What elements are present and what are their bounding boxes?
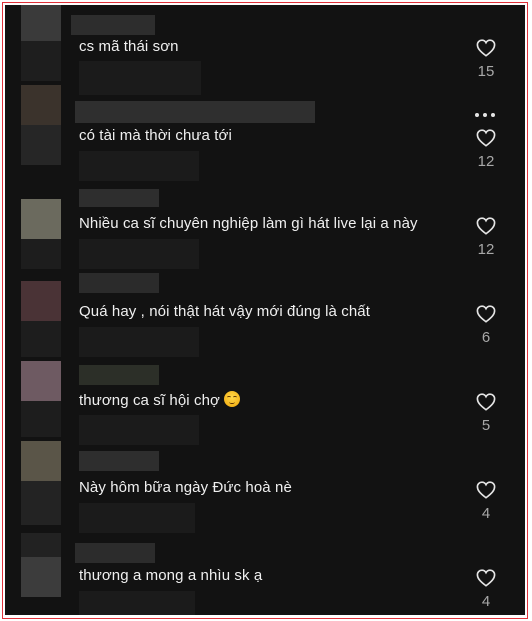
comment-text: cs mã thái sơn <box>79 38 179 55</box>
like-button[interactable]: 12 <box>471 217 501 258</box>
meta-blur <box>79 61 201 95</box>
like-count: 4 <box>481 505 491 522</box>
heart-outline-icon <box>476 39 496 57</box>
avatar[interactable] <box>21 199 61 239</box>
username-blur[interactable] <box>75 101 315 123</box>
like-button[interactable]: 6 <box>471 305 501 346</box>
like-button[interactable]: 5 <box>471 393 501 434</box>
avatar-blur <box>21 533 61 557</box>
comment-text: có tài mà thời chưa tới <box>79 127 232 144</box>
avatar-blur <box>21 239 61 269</box>
like-count: 12 <box>477 153 495 170</box>
comments-panel: cs mã thái sơn 15 có tài mà thời chưa tớ… <box>5 5 525 615</box>
username-blur[interactable] <box>79 273 159 293</box>
username-blur[interactable] <box>75 543 155 563</box>
avatar[interactable] <box>21 441 61 481</box>
username-blur[interactable] <box>79 189 159 207</box>
comment-text: thương a mong a nhìu sk ạ <box>79 567 263 584</box>
heart-outline-icon <box>476 217 496 235</box>
like-button[interactable]: 12 <box>471 129 501 170</box>
heart-outline-icon <box>476 481 496 499</box>
heart-outline-icon <box>476 129 496 147</box>
heart-outline-icon <box>476 569 496 587</box>
comment-item: Quá hay , nói thật hát vậy mới đúng là c… <box>5 269 525 357</box>
comment-text: Này hôm bữa ngày Đức hoà nè <box>79 479 292 496</box>
avatar[interactable] <box>21 557 61 597</box>
avatar[interactable] <box>21 5 61 41</box>
avatar-blur <box>21 125 61 165</box>
meta-blur <box>79 591 195 615</box>
comment-item: cs mã thái sơn 15 <box>5 5 525 95</box>
avatar-blur <box>21 321 61 357</box>
comment-text: Nhiều ca sĩ chuyên nghiệp làm gì hát liv… <box>79 215 418 232</box>
more-horizontal-icon[interactable] <box>475 113 497 119</box>
avatar-blur <box>21 481 61 525</box>
heart-outline-icon <box>476 305 496 323</box>
comment-text: thương ca sĩ hội chợ <box>79 391 240 409</box>
avatar[interactable] <box>21 361 61 401</box>
meta-blur <box>79 151 199 181</box>
username-blur[interactable] <box>79 451 159 471</box>
meta-blur <box>79 503 195 533</box>
avatar-blur <box>21 41 61 81</box>
like-button[interactable]: 4 <box>471 481 501 522</box>
avatar-blur <box>21 401 61 437</box>
comment-item: thương a mong a nhìu sk ạ 4 <box>5 533 525 615</box>
meta-blur <box>79 415 199 445</box>
comment-item: Nhiều ca sĩ chuyên nghiệp làm gì hát liv… <box>5 181 525 269</box>
like-count: 15 <box>477 63 495 80</box>
like-button[interactable]: 15 <box>471 39 501 80</box>
username-blur[interactable] <box>79 365 159 385</box>
comment-item: có tài mà thời chưa tới 12 <box>5 85 525 181</box>
like-count: 5 <box>481 417 491 434</box>
comment-text: Quá hay , nói thật hát vậy mới đúng là c… <box>79 303 370 320</box>
avatar[interactable] <box>21 85 61 125</box>
comment-text-content: thương ca sĩ hội chợ <box>79 392 220 409</box>
like-count: 6 <box>481 329 491 346</box>
meta-blur <box>79 327 199 357</box>
like-count: 4 <box>481 593 491 610</box>
like-count: 12 <box>477 241 495 258</box>
meta-blur <box>79 239 199 269</box>
comment-item: Này hôm bữa ngày Đức hoà nè 4 <box>5 441 525 533</box>
heart-outline-icon <box>476 393 496 411</box>
avatar[interactable] <box>21 281 61 321</box>
comment-item: thương ca sĩ hội chợ 5 <box>5 357 525 445</box>
username-blur[interactable] <box>71 15 155 35</box>
like-button[interactable]: 4 <box>471 569 501 610</box>
smiling-face-with-hearts-icon <box>223 391 240 407</box>
